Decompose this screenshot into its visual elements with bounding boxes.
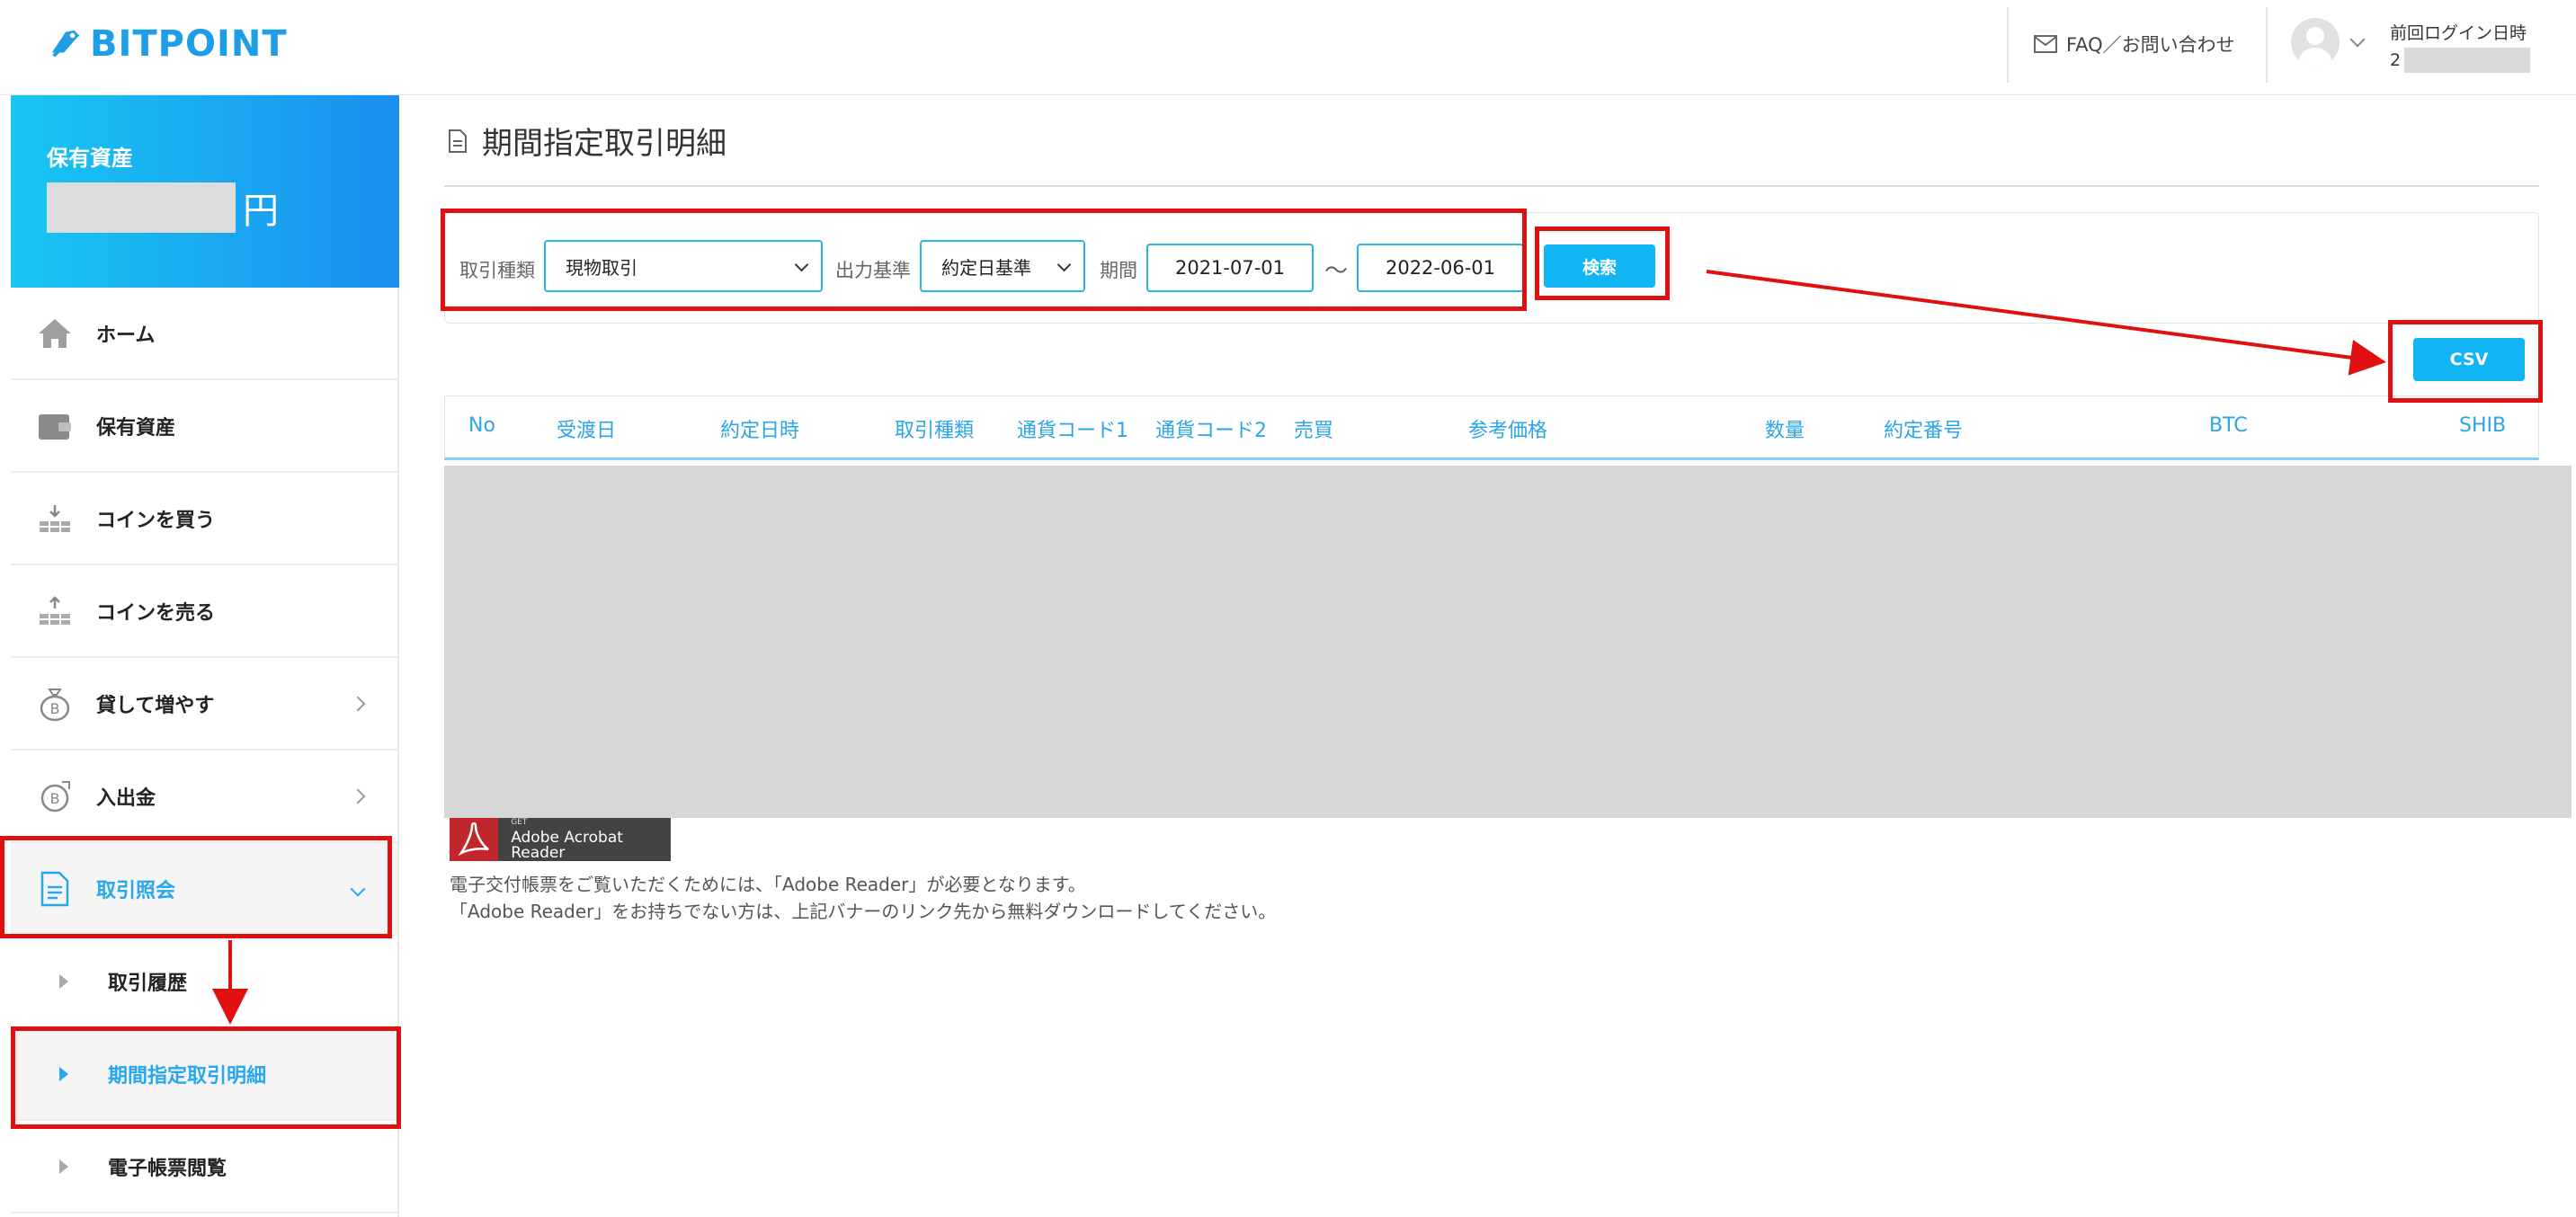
- annotation-arrows: [212, 270, 2386, 1025]
- annotation-arrow-to-csv: [1706, 270, 2386, 376]
